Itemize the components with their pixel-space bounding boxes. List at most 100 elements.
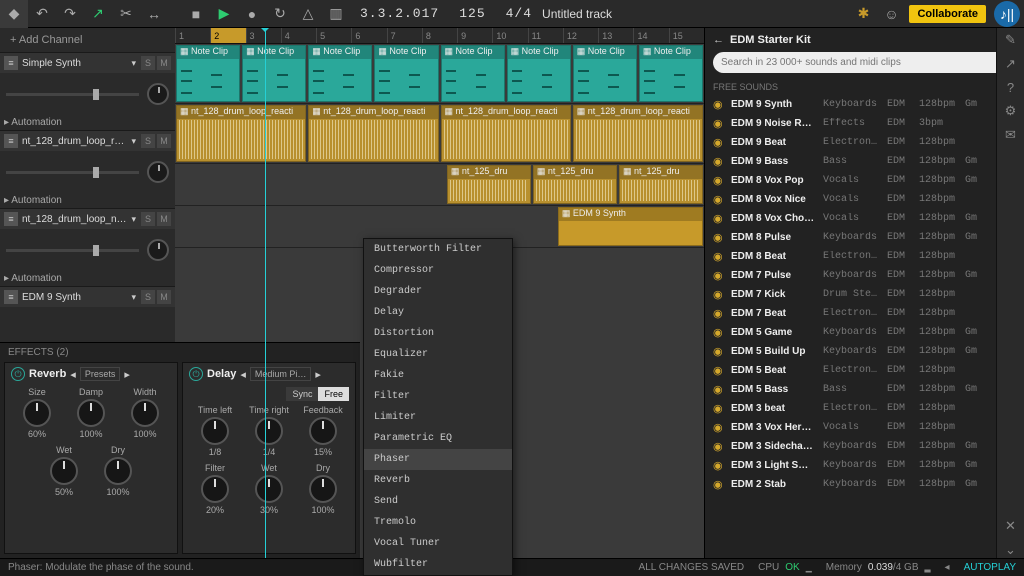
tempo-display[interactable]: 125 [449, 6, 495, 21]
sync-toggle[interactable]: Sync [286, 387, 318, 401]
knob[interactable] [255, 417, 283, 445]
undo-icon[interactable]: ↶ [28, 0, 56, 28]
add-effect-menu[interactable]: Butterworth FilterCompressorDegraderDela… [363, 238, 513, 576]
solo-button[interactable]: S [141, 134, 155, 148]
browser-item[interactable]: ◉ EDM 8 Vox Pop Vocals EDM 128bpm Gm [705, 171, 1024, 190]
prev-preset-icon[interactable]: ◂ [70, 368, 76, 381]
browser-item[interactable]: ◉ EDM 7 Beat Electron… EDM 128bpm [705, 304, 1024, 323]
browser-item[interactable]: ◉ EDM 3 Vox Her… Vocals EDM 128bpm [705, 418, 1024, 437]
knob[interactable] [255, 475, 283, 503]
knob[interactable] [77, 399, 105, 427]
clip[interactable]: ▦ nt_128_drum_loop_reacti [176, 105, 306, 162]
track-name[interactable]: EDM 9 Synth [22, 292, 128, 303]
menu-item[interactable]: Compressor [364, 260, 512, 281]
pan-knob[interactable] [147, 83, 169, 105]
solo-button[interactable]: S [141, 56, 155, 70]
edit-icon[interactable]: ✎ [1005, 32, 1016, 48]
pointer-tool-icon[interactable]: ↗ [84, 0, 112, 28]
browser-item[interactable]: ◉ EDM 5 Beat Electron… EDM 128bpm [705, 361, 1024, 380]
preset-select[interactable]: Presets [80, 367, 121, 381]
ruler-bar[interactable]: 2 [210, 28, 245, 43]
ruler-bar[interactable]: 11 [528, 28, 563, 43]
track-header[interactable]: ≡ nt_128_drum_loop_reactio ▾ S M [0, 131, 175, 151]
logo-icon[interactable]: ◆ [0, 0, 28, 28]
ruler-bar[interactable]: 14 [633, 28, 668, 43]
autoplay-toggle[interactable]: AUTOPLAY [964, 562, 1016, 573]
chevron-down-icon[interactable]: ⌄ [1005, 542, 1016, 558]
clip[interactable]: ▦ Note Clip [639, 45, 703, 102]
mute-button[interactable]: M [157, 56, 171, 70]
menu-item[interactable]: Filter [364, 386, 512, 407]
clip[interactable]: ▦ nt_128_drum_loop_reacti [308, 105, 438, 162]
clip[interactable]: ▦ Note Clip [441, 45, 505, 102]
browser-item[interactable]: ◉ EDM 8 Vox Nice Vocals EDM 128bpm [705, 190, 1024, 209]
track-name[interactable]: Simple Synth [22, 58, 128, 69]
menu-item[interactable]: Equalizer [364, 344, 512, 365]
menu-item[interactable]: Delay [364, 302, 512, 323]
volume-slider[interactable] [6, 93, 139, 96]
clip[interactable]: ▦ nt_125_dru [619, 165, 703, 204]
track-header[interactable]: ≡ EDM 9 Synth ▾ S M [0, 287, 175, 307]
ruler-bar[interactable]: 1 [175, 28, 210, 43]
bell-icon[interactable]: ✉ [1005, 127, 1016, 143]
automation-toggle[interactable]: ▸ Automation [0, 115, 175, 130]
clip[interactable]: ▦ EDM 9 Synth [558, 207, 703, 246]
track-menu-icon[interactable]: ▾ [131, 136, 136, 147]
track-lane[interactable]: ▦ Note Clip▦ Note Clip▦ Note Clip▦ Note … [175, 44, 704, 104]
track-name[interactable]: nt_128_drum_loop_nowhe [22, 214, 128, 225]
knob[interactable] [23, 399, 51, 427]
browser-item[interactable]: ◉ EDM 3 beat Electron… EDM 128bpm [705, 399, 1024, 418]
clip[interactable]: ▦ Note Clip [573, 45, 637, 102]
playhead[interactable] [265, 28, 266, 558]
power-icon[interactable]: ⏻ [189, 367, 203, 381]
menu-item[interactable]: Fakie [364, 365, 512, 386]
browser-item[interactable]: ◉ EDM 5 Bass Bass EDM 128bpm Gm [705, 380, 1024, 399]
track-lane[interactable]: ▦ nt_125_dru▦ nt_125_dru▦ nt_125_dru [175, 164, 704, 206]
mute-button[interactable]: M [157, 290, 171, 304]
ruler-bar[interactable]: 15 [669, 28, 704, 43]
volume-slider[interactable] [6, 171, 139, 174]
redo-icon[interactable]: ↷ [56, 0, 84, 28]
track-name[interactable]: nt_128_drum_loop_reactio [22, 136, 128, 147]
app-logo-icon[interactable]: ♪|| [994, 1, 1020, 27]
browser-item[interactable]: ◉ EDM 9 Synth Keyboards EDM 128bpm Gm [705, 95, 1024, 114]
collaborate-button[interactable]: Collaborate [909, 5, 986, 23]
clip[interactable]: ▦ Note Clip [374, 45, 438, 102]
preset-select[interactable]: Medium Pi… [250, 367, 312, 381]
metronome-icon[interactable]: △ [294, 0, 322, 28]
ruler-bar[interactable]: 5 [316, 28, 351, 43]
knob[interactable] [50, 457, 78, 485]
timesig-display[interactable]: 4/4 [496, 6, 542, 21]
free-toggle[interactable]: Free [318, 387, 349, 401]
menu-item[interactable]: Butterworth Filter [364, 239, 512, 260]
clip[interactable]: ▦ nt_125_dru [533, 165, 617, 204]
stop-button[interactable]: ■ [182, 0, 210, 28]
browser-item[interactable]: ◉ EDM 3 Light S… Keyboards EDM 128bpm Gm [705, 456, 1024, 475]
next-preset-icon[interactable]: ▸ [124, 368, 130, 381]
menu-item[interactable]: Tremolo [364, 512, 512, 533]
ruler-bar[interactable]: 6 [351, 28, 386, 43]
volume-slider[interactable] [6, 249, 139, 252]
browser-list[interactable]: ◉ EDM 9 Synth Keyboards EDM 128bpm Gm ◉ E… [705, 95, 1024, 558]
menu-item[interactable]: Reverb [364, 470, 512, 491]
ruler-bar[interactable]: 13 [598, 28, 633, 43]
browser-item[interactable]: ◉ EDM 8 Beat Electron… EDM 128bpm [705, 247, 1024, 266]
clip[interactable]: ▦ Note Clip [176, 45, 240, 102]
track-menu-icon[interactable]: ▾ [131, 58, 136, 69]
automation-toggle[interactable]: ▸ Automation [0, 193, 175, 208]
timeline-ruler[interactable]: 123456789101112131415 [175, 28, 704, 44]
cut-tool-icon[interactable]: ✂ [112, 0, 140, 28]
transport-position[interactable]: 3.3.2.017 [350, 6, 449, 21]
track-menu-icon[interactable]: ▾ [131, 214, 136, 225]
ruler-bar[interactable]: 9 [457, 28, 492, 43]
clip[interactable]: ▦ nt_128_drum_loop_reacti [441, 105, 571, 162]
track-header[interactable]: ≡ Simple Synth ▾ S M [0, 53, 175, 73]
menu-item[interactable]: Vocal Tuner [364, 533, 512, 554]
knob[interactable] [104, 457, 132, 485]
track-menu-icon[interactable]: ▾ [131, 292, 136, 303]
ruler-bar[interactable]: 4 [281, 28, 316, 43]
back-icon[interactable]: ← [713, 34, 724, 46]
menu-item[interactable]: Send [364, 491, 512, 512]
piano-icon[interactable]: ▥ [322, 0, 350, 28]
solo-button[interactable]: S [141, 212, 155, 226]
